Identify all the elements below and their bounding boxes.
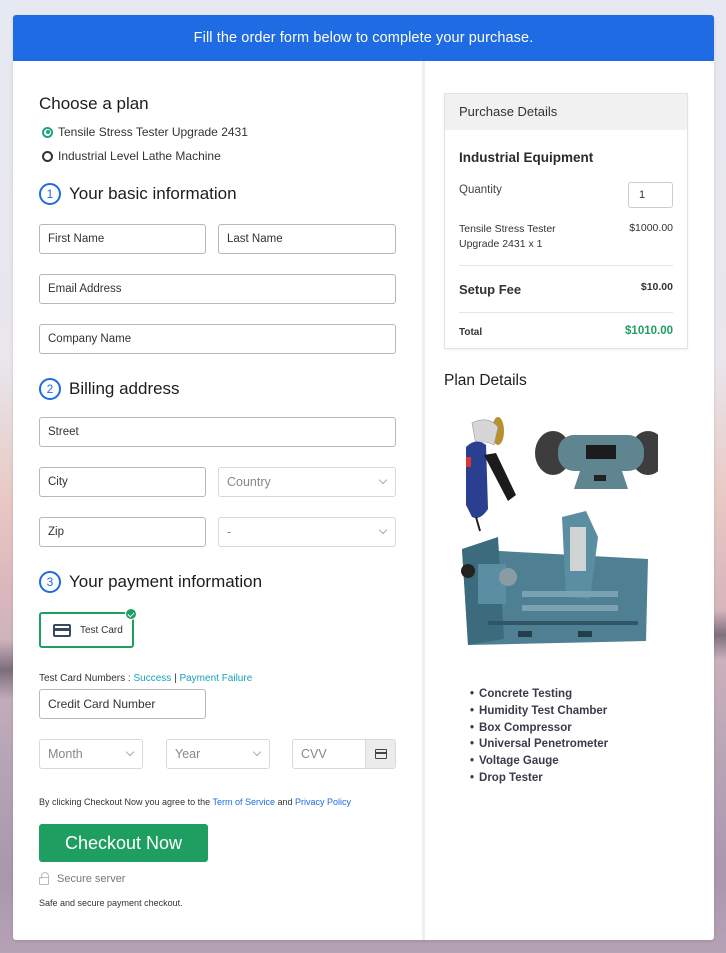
billing-heading: 2 Billing address <box>39 378 180 400</box>
purchase-details-panel: Purchase Details Industrial Equipment Qu… <box>444 93 688 349</box>
month-select[interactable]: Month <box>39 739 143 769</box>
credit-card-number-input[interactable]: Credit Card Number <box>39 689 206 719</box>
company-input[interactable]: Company Name <box>39 324 396 354</box>
feature-item: Concrete Testing <box>470 686 608 703</box>
product-image <box>461 417 658 645</box>
basic-info-heading: 1 Your basic information <box>39 183 237 205</box>
order-form-card: Fill the order form below to complete yo… <box>13 15 714 940</box>
plan-option-lathe[interactable]: Industrial Level Lathe Machine <box>42 149 221 163</box>
secure-server-label: Secure server <box>57 873 126 885</box>
feature-item: Voltage Gauge <box>470 753 608 770</box>
feature-item: Humidity Test Chamber <box>470 703 608 720</box>
and-text: and <box>277 797 293 807</box>
divider <box>459 312 673 313</box>
choose-plan-heading: Choose a plan <box>39 94 149 113</box>
payment-method-label: Test Card <box>80 624 123 636</box>
divider <box>459 265 673 266</box>
safe-checkout-text: Safe and secure payment checkout. <box>39 898 183 908</box>
setup-fee-label: Setup Fee <box>459 282 522 297</box>
zip-input[interactable]: Zip <box>39 517 206 547</box>
section-title: Billing address <box>69 379 180 398</box>
line-item-name: Tensile Stress Tester Upgrade 2431 x 1 <box>459 223 556 250</box>
section-title: Your payment information <box>69 572 263 591</box>
step-number-icon: 2 <box>39 378 61 400</box>
feature-item: Drop Tester <box>470 770 608 787</box>
month-select-value: Month <box>48 747 83 761</box>
terms-agreement: By clicking Checkout Now you agree to th… <box>39 797 351 807</box>
angle-grinder-image <box>466 417 516 532</box>
payment-heading: 3 Your payment information <box>39 571 262 593</box>
cnc-lathe-image <box>461 511 648 645</box>
street-input[interactable]: Street <box>39 417 396 447</box>
cvv-placeholder: CVV <box>301 747 327 761</box>
success-link[interactable]: Success <box>133 673 171 684</box>
section-title: Your basic information <box>69 184 237 203</box>
chevron-down-icon <box>252 747 262 757</box>
radio-unselected-icon[interactable] <box>42 150 53 162</box>
credit-card-icon <box>374 749 387 759</box>
total-value: $1010.00 <box>625 325 673 337</box>
test-card-numbers: Test Card Numbers : Success | Payment Fa… <box>39 673 252 684</box>
check-circle-icon <box>125 608 137 620</box>
feature-item: Universal Penetrometer <box>470 736 608 753</box>
checkout-now-button[interactable]: Checkout Now <box>39 824 208 862</box>
year-select-value: Year <box>175 747 201 761</box>
secure-server: Secure server <box>39 871 126 885</box>
year-select[interactable]: Year <box>166 739 270 769</box>
lock-icon <box>39 871 49 885</box>
product-category-title: Industrial Equipment <box>459 150 594 165</box>
payment-method-test-card[interactable]: Test Card <box>39 608 137 648</box>
purchase-details-header: Purchase Details <box>445 94 687 130</box>
total-label: Total <box>459 327 483 338</box>
cvv-input[interactable]: CVV <box>292 739 396 769</box>
cvv-help-button[interactable] <box>365 740 395 768</box>
credit-card-icon <box>53 623 71 637</box>
first-name-input[interactable]: First Name <box>39 224 206 254</box>
chevron-down-icon <box>378 475 388 485</box>
city-input[interactable]: City <box>39 467 206 497</box>
quantity-input[interactable]: 1 <box>628 182 673 208</box>
step-number-icon: 3 <box>39 571 61 593</box>
payment-failure-link[interactable]: Payment Failure <box>179 673 252 684</box>
plan-option-tensile[interactable]: Tensile Stress Tester Upgrade 2431 <box>42 125 248 139</box>
feature-item: Box Compressor <box>470 720 608 737</box>
privacy-policy-link[interactable]: Privacy Policy <box>295 797 351 807</box>
radio-selected-icon[interactable] <box>42 126 53 138</box>
email-input[interactable]: Email Address <box>39 274 396 304</box>
test-card-numbers-label: Test Card Numbers : <box>39 673 131 684</box>
banner: Fill the order form below to complete yo… <box>13 15 714 61</box>
last-name-input[interactable]: Last Name <box>218 224 396 254</box>
chevron-down-icon <box>125 747 135 757</box>
background-decoration <box>0 640 14 700</box>
country-select[interactable]: Country <box>218 467 396 497</box>
state-select-value: - <box>227 525 232 539</box>
line-item-price: $1000.00 <box>629 222 673 234</box>
bench-grinder-image <box>535 431 658 489</box>
feature-list: Concrete Testing Humidity Test Chamber B… <box>470 686 608 787</box>
setup-fee-value: $10.00 <box>640 281 673 293</box>
plan-option-label: Tensile Stress Tester Upgrade 2431 <box>58 125 248 139</box>
chevron-down-icon <box>378 525 388 535</box>
state-select[interactable]: - <box>218 517 396 547</box>
country-select-value: Country <box>227 475 271 489</box>
terms-of-service-link[interactable]: Term of Service <box>212 797 275 807</box>
quantity-label: Quantity <box>459 184 502 196</box>
separator: | <box>174 673 177 684</box>
column-divider <box>422 61 425 940</box>
plan-option-label: Industrial Level Lathe Machine <box>58 149 221 163</box>
agree-text: By clicking Checkout Now you agree to th… <box>39 797 211 807</box>
step-number-icon: 1 <box>39 183 61 205</box>
plan-details-heading: Plan Details <box>444 372 527 389</box>
form-columns: Choose a plan Tensile Stress Tester Upgr… <box>13 61 714 940</box>
background-decoration <box>712 610 726 660</box>
